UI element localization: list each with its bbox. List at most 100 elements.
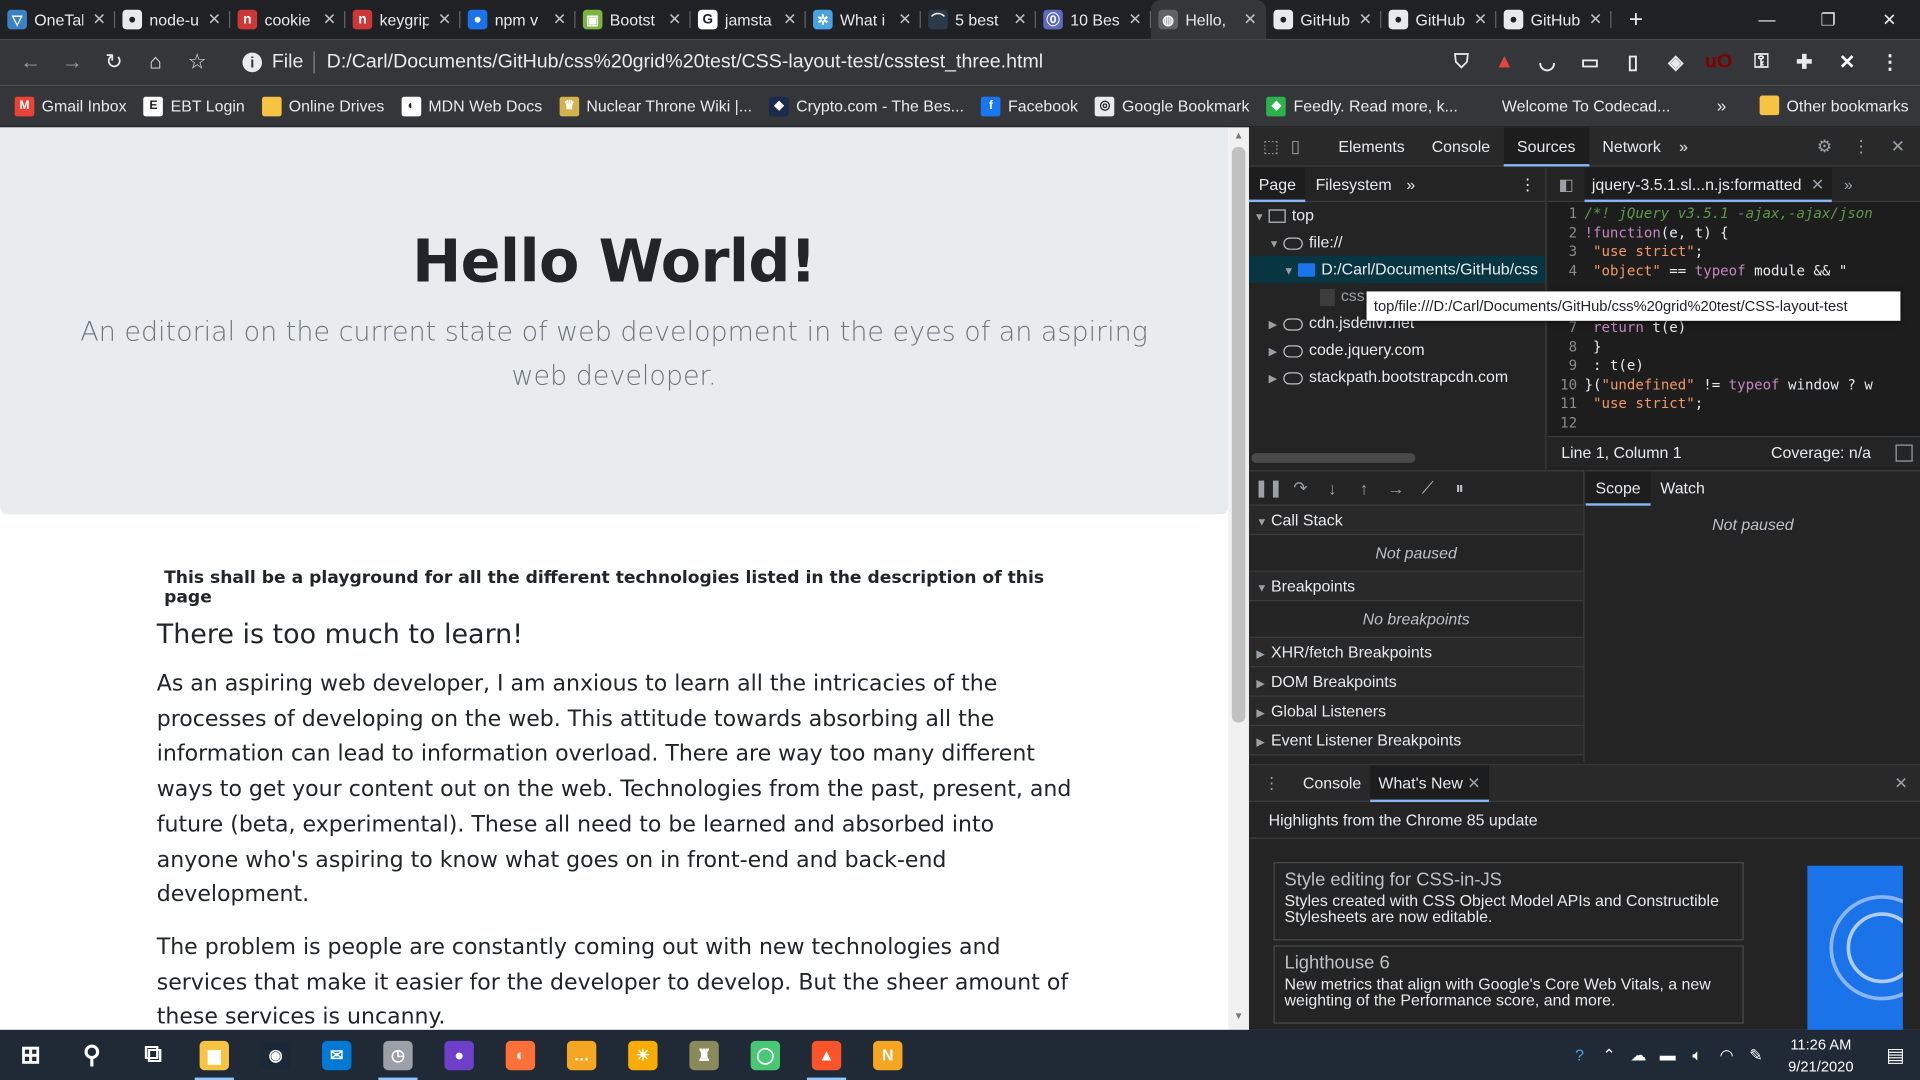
more-tabs-icon[interactable]: » [1674, 127, 1693, 166]
restore-button[interactable]: ❐ [1800, 0, 1856, 39]
close-tab-icon[interactable]: ✕ [1357, 10, 1374, 30]
brave-icon[interactable]: ▲ [796, 1030, 857, 1080]
tab-network[interactable]: Network [1589, 127, 1674, 166]
browser-tab[interactable]: ◍ Hello, ✕ [1151, 0, 1267, 40]
tree-item-cdn[interactable]: ▶ stackpath.bootstrapcdn.com [1249, 364, 1545, 391]
weather-icon[interactable]: ☀ [612, 1030, 673, 1080]
feature-card[interactable]: Style editing for CSS-in-JS Styles creat… [1273, 862, 1744, 941]
close-tab-icon[interactable]: ✕ [1811, 174, 1824, 192]
browser-tab[interactable]: ⌒ 5 best ✕ [921, 0, 1036, 39]
mail-icon[interactable]: ✉ [306, 1030, 367, 1080]
github-desktop-icon[interactable]: ● [429, 1030, 490, 1080]
browser-tab[interactable]: ● node-u ✕ [115, 0, 231, 39]
battery-icon[interactable]: ▬ [1653, 1030, 1682, 1080]
tab-filesystem[interactable]: Filesystem [1306, 167, 1402, 201]
close-tab-icon[interactable]: ✕ [1011, 10, 1028, 30]
more-navigator-icon[interactable]: » [1401, 167, 1420, 201]
step-icon[interactable]: → [1384, 476, 1408, 500]
scroll-up-icon[interactable]: ▲ [1228, 130, 1249, 147]
page-scrollbar[interactable]: ▲ ▼ [1228, 127, 1249, 1030]
step-over-icon[interactable]: ↷ [1288, 476, 1312, 500]
back-button[interactable]: ← [10, 43, 52, 82]
close-window-button[interactable]: ✕ [1861, 0, 1917, 39]
pocket-icon[interactable]: ◡ [1526, 47, 1569, 79]
new-tab-button[interactable]: + [1619, 6, 1653, 34]
code-line[interactable]: 4 "object" == typeof module && " [1548, 261, 1920, 280]
device-toolbar-icon[interactable]: ▯ [1283, 134, 1307, 158]
volume-icon[interactable]: 🔈︎ [1682, 1030, 1711, 1080]
tab-page[interactable]: Page [1248, 167, 1306, 202]
search-icon[interactable]: ⚲ [61, 1030, 122, 1080]
line-number[interactable]: 10 [1548, 375, 1585, 394]
bookmark-item[interactable]: f Facebook [981, 96, 1078, 116]
debugger-section-header[interactable]: ▶ DOM Breakpoints [1248, 667, 1584, 697]
more-editor-tabs-icon[interactable]: » [1832, 175, 1865, 193]
editor-file-tab[interactable]: jquery-3.5.1.sl...n.js:formatted ✕ [1584, 167, 1832, 202]
browser-tab[interactable]: ● GitHub ✕ [1381, 0, 1497, 39]
feature-card[interactable]: Lighthouse 6 New metrics that align with… [1273, 945, 1744, 1024]
close-tab-icon[interactable]: ✕ [1127, 10, 1144, 30]
bookmark-item[interactable]: ◎ Google Bookmark [1095, 96, 1249, 116]
bookmark-item[interactable]: ◆ Feedly. Read more, k... [1266, 96, 1458, 116]
browser-tab[interactable]: ● npm v ✕ [460, 0, 576, 39]
code-line[interactable]: 8 } [1548, 337, 1920, 356]
tab-console[interactable]: Console [1418, 127, 1503, 166]
code-line[interactable]: 7 return t(e) [1548, 318, 1920, 337]
line-number[interactable]: 3 [1548, 242, 1585, 261]
task-view-icon[interactable]: ⧉ [122, 1030, 183, 1080]
close-tab-icon[interactable]: ✕ [206, 10, 223, 30]
clock[interactable]: 11:26 AM 9/21/2020 [1771, 1033, 1871, 1077]
navigator-menu-icon[interactable]: ⋮ [1510, 167, 1546, 201]
debugger-section-header[interactable]: ▶ Event Listener Breakpoints [1248, 726, 1584, 756]
code-line[interactable]: 11 "use strict"; [1548, 394, 1920, 413]
home-button[interactable]: ⌂ [135, 43, 177, 82]
close-tab-icon[interactable]: ✕ [1467, 773, 1480, 791]
tree-item-folder[interactable]: ▼ D:/Carl/Documents/GitHub/css [1248, 255, 1546, 283]
tree-item-file[interactable]: ▼ file:// [1249, 229, 1545, 256]
step-out-icon[interactable]: ↑ [1352, 476, 1376, 500]
browser-tab[interactable]: n cookie ✕ [230, 0, 346, 39]
debugger-section-header[interactable]: ▼ Call Stack [1248, 505, 1584, 536]
close-tab-icon[interactable]: ✕ [666, 10, 683, 30]
bookmark-button[interactable]: ☆ [176, 43, 218, 82]
close-tab-icon[interactable]: ✕ [1242, 10, 1259, 30]
ublock-icon[interactable]: uO [1697, 47, 1740, 79]
tree-item-cdn[interactable]: ▶ code.jquery.com [1249, 337, 1545, 364]
close-tab-icon[interactable]: ✕ [1587, 10, 1604, 30]
firefox-icon[interactable]: ◐ [490, 1030, 551, 1080]
clock-app-icon[interactable]: ◷ [367, 1030, 428, 1080]
norton-icon[interactable]: N [857, 1030, 918, 1080]
screenshot-icon[interactable]: ▭ [1569, 47, 1612, 79]
close-tab-icon[interactable]: ✕ [781, 10, 798, 30]
code-line[interactable]: 12 [1548, 413, 1920, 432]
tab-watch[interactable]: Watch [1650, 471, 1714, 505]
close-tab-icon[interactable]: ✕ [91, 10, 108, 30]
gotomeeting-icon[interactable]: ◯ [735, 1030, 796, 1080]
close-tab-icon[interactable]: ✕ [436, 10, 453, 30]
browser-tab[interactable]: ✲ What i ✕ [806, 0, 921, 39]
site-info-icon[interactable]: i [242, 52, 263, 73]
steam-icon[interactable]: ◉ [245, 1030, 306, 1080]
bookmark-ext-icon[interactable]: ▯ [1611, 47, 1654, 79]
debugger-section-header[interactable]: ▶ XHR/fetch Breakpoints [1248, 637, 1584, 668]
reload-button[interactable]: ↻ [93, 43, 135, 82]
tab-elements[interactable]: Elements [1325, 127, 1418, 166]
bookmarks-overflow-button[interactable]: » [1717, 96, 1727, 116]
bookmark-item[interactable]: ◐ MDN Web Docs [401, 96, 542, 116]
windows-start-icon[interactable]: ⊞ [0, 1030, 61, 1080]
bookmark-item[interactable]: M Gmail Inbox [14, 96, 127, 116]
debugger-section-header[interactable]: ▼ Breakpoints [1248, 571, 1584, 602]
url-text[interactable]: D:/Carl/Documents/GitHub/css%20grid%20te… [327, 51, 1043, 73]
tab-whats-new[interactable]: What's New ✕ [1369, 764, 1490, 802]
line-number[interactable]: 9 [1548, 356, 1585, 375]
bookmark-item[interactable]: Welcome To Codecad... [1474, 96, 1670, 116]
shield-ext-icon[interactable]: ◈ [1654, 47, 1697, 79]
bookmark-item[interactable]: Online Drives [261, 96, 384, 116]
browser-tab[interactable]: ▽ OneTab ✕ [0, 0, 116, 39]
tree-item-top[interactable]: ▼ top [1249, 202, 1545, 229]
tab-drawer-console[interactable]: Console [1294, 765, 1370, 802]
code-line[interactable]: 2 !function(e, t) { [1548, 223, 1920, 242]
close-tab-icon[interactable]: ✕ [1472, 10, 1489, 30]
browser-tab[interactable]: ▣ Bootst ✕ [576, 0, 691, 39]
browser-tab[interactable]: ⓪ 10 Bes ✕ [1036, 0, 1152, 39]
